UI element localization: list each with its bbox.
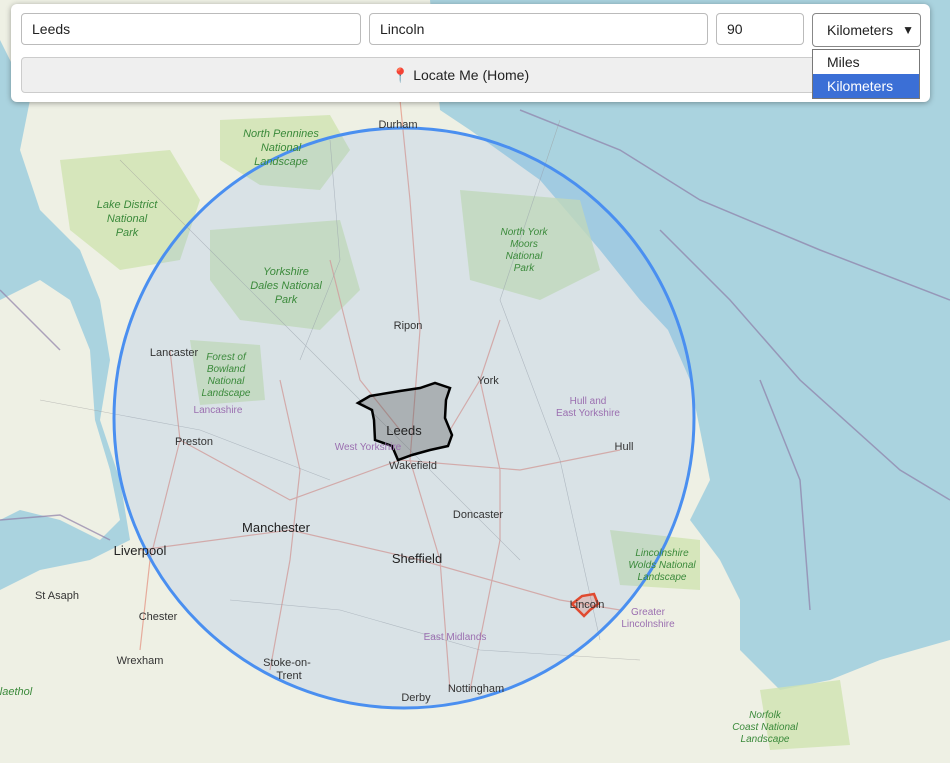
- park-label: Forest of: [206, 352, 247, 363]
- place-label: Liverpool: [114, 543, 167, 558]
- place-label: Sheffield: [392, 551, 442, 566]
- park-label: Bowland: [207, 364, 246, 375]
- region-label: Lancashire: [194, 405, 243, 416]
- park-label: Park: [275, 294, 298, 306]
- to-input[interactable]: Lincoln: [369, 13, 708, 45]
- place-label: Trent: [276, 670, 301, 682]
- park-label: Norfolk: [749, 710, 782, 721]
- distance-input[interactable]: 90: [716, 13, 804, 45]
- park-label: North York: [500, 227, 548, 238]
- place-label: Wakefield: [389, 460, 437, 472]
- region-label: East Midlands: [424, 632, 487, 643]
- park-label: Lake District: [97, 199, 158, 211]
- park-label: National: [261, 142, 302, 154]
- place-label: Preston: [175, 436, 213, 448]
- chevron-down-icon: ▼: [902, 23, 914, 37]
- place-label: Wrexham: [117, 655, 164, 667]
- place-label: Durham: [378, 119, 417, 131]
- park-label: Moors: [510, 239, 538, 250]
- unit-option-miles[interactable]: Miles: [813, 50, 919, 74]
- region-label: Lincolnshire: [621, 619, 675, 630]
- park-label: Dales National: [250, 280, 322, 292]
- region-label: Greater: [631, 607, 666, 618]
- park-label: Landscape: [254, 156, 308, 168]
- map-canvas[interactable]: Durham Ripon York Lancaster Preston Leed…: [0, 0, 950, 763]
- unit-option-kilometers[interactable]: Kilometers: [813, 74, 919, 98]
- park-label: Lincolnshire: [635, 548, 689, 559]
- park-label: Landscape: [638, 572, 687, 583]
- region-label: East Yorkshire: [556, 408, 620, 419]
- place-label: Doncaster: [453, 509, 503, 521]
- park-label: Landscape: [741, 734, 790, 745]
- place-label: Leeds: [386, 423, 422, 438]
- unit-dropdown-list: Miles Kilometers: [812, 49, 920, 99]
- park-label: Park: [514, 263, 536, 274]
- place-label: Lincoln: [570, 599, 605, 611]
- place-label: Ripon: [394, 320, 423, 332]
- locate-me-button[interactable]: 📍 Locate Me (Home): [21, 57, 900, 93]
- park-label: Landscape: [202, 388, 251, 399]
- park-label: laethol: [0, 686, 33, 698]
- region-label: West Yorkshire: [335, 442, 402, 453]
- unit-select[interactable]: Kilometers ▼: [812, 13, 921, 47]
- place-label: Chester: [139, 611, 178, 623]
- locate-me-label: Locate Me (Home): [413, 67, 530, 83]
- park-label: National: [506, 251, 543, 262]
- unit-select-value: Kilometers: [827, 22, 894, 38]
- place-label: Derby: [401, 692, 431, 704]
- park-label: Yorkshire: [263, 266, 309, 278]
- place-label: Stoke-on-: [263, 657, 311, 669]
- park-label: North Pennines: [243, 128, 319, 140]
- place-label: St Asaph: [35, 590, 79, 602]
- pin-icon: 📍: [391, 67, 410, 83]
- park-label: Coast National: [732, 722, 798, 733]
- region-label: Hull and: [570, 396, 607, 407]
- place-label: Hull: [615, 441, 634, 453]
- park-label: National: [208, 376, 245, 387]
- place-label: York: [477, 375, 499, 387]
- park-label: National: [107, 213, 148, 225]
- from-input[interactable]: Leeds: [21, 13, 361, 45]
- park-label: Park: [116, 227, 139, 239]
- place-label: Lancaster: [150, 347, 199, 359]
- place-label: Manchester: [242, 520, 311, 535]
- control-panel: Leeds Lincoln 90 Kilometers ▼ 📍 Locate M…: [11, 4, 930, 102]
- park-label: Wolds National: [628, 560, 696, 571]
- place-label: Nottingham: [448, 683, 504, 695]
